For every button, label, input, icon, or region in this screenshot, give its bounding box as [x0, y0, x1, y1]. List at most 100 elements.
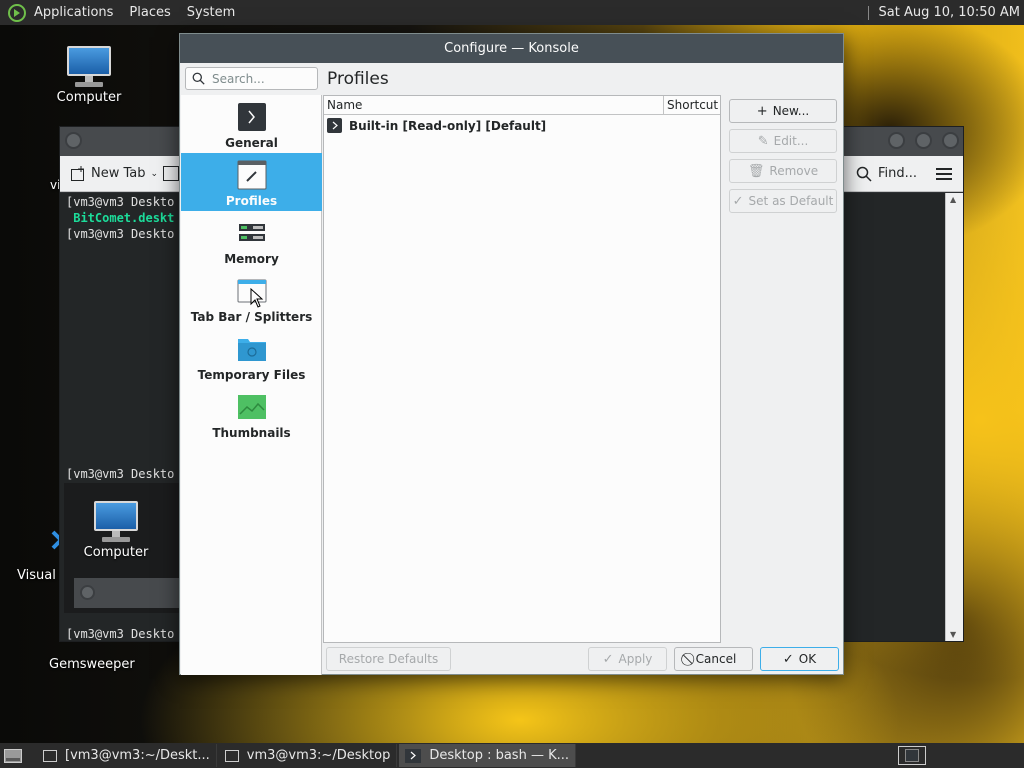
find-button[interactable]: Find... [856, 166, 917, 182]
computer-icon [92, 499, 140, 545]
button-label: Remove [769, 164, 819, 178]
category-temporary-files[interactable]: Temporary Files [181, 327, 322, 385]
desktop-icon-label: Gemsweeper [49, 657, 135, 672]
new-profile-button[interactable]: + New... [729, 99, 837, 123]
hamburger-menu-icon[interactable] [936, 167, 952, 180]
distro-logo-icon[interactable] [8, 3, 26, 22]
edit-profile-button[interactable]: ✎ Edit... [729, 129, 837, 153]
category-label: Thumbnails [212, 426, 291, 440]
category-label: Tab Bar / Splitters [190, 310, 313, 324]
profile-edit-icon [237, 160, 267, 190]
profile-name: Built-in [Read-only] [Default] [349, 118, 547, 133]
terminal-scrollbar[interactable]: ▲ ▼ [945, 193, 963, 641]
table-row[interactable]: Built-in [Read-only] [Default] [327, 117, 546, 134]
computer-window-icon[interactable]: Computer [76, 499, 156, 560]
computer-window[interactable]: Computer [64, 483, 180, 613]
cancel-button[interactable]: ⃠ Cancel [674, 647, 753, 671]
checkmark-icon: ✓ [602, 651, 614, 667]
restore-defaults-button[interactable]: Restore Defaults [326, 647, 451, 671]
category-label: Profiles [225, 194, 278, 208]
pencil-icon: ✎ [757, 133, 769, 149]
taskbar: [vm3@vm3:~/Deskt... vm3@vm3:~/Desktop De… [0, 743, 1024, 768]
menu-system[interactable]: System [179, 0, 243, 25]
profiles-table[interactable]: Name Shortcut Built-in [Read-only] [Defa… [323, 95, 721, 643]
temp-folder-icon [237, 334, 267, 364]
button-label: OK [798, 652, 817, 666]
category-memory[interactable]: Memory [181, 211, 322, 269]
taskbar-item[interactable]: vm3@vm3:~/Desktop [219, 744, 398, 767]
category-label: Memory [224, 252, 279, 266]
category-list: General Profiles Memory Tab Bar / Splitt… [181, 95, 322, 675]
window-menu-icon[interactable] [80, 585, 95, 600]
computer-window-titlebar[interactable] [74, 578, 180, 608]
new-tab-button[interactable]: New Tab ⌄ [70, 165, 159, 182]
expand-arrow-icon[interactable] [327, 118, 342, 133]
memory-icon [237, 218, 267, 248]
find-label: Find... [878, 166, 918, 181]
scroll-down-icon[interactable]: ▼ [950, 630, 956, 639]
category-label: General [225, 136, 278, 150]
terminal-line: [vm3@vm3 Deskto [66, 627, 175, 641]
column-header-shortcut[interactable]: Shortcut [667, 98, 718, 112]
button-label: Restore Defaults [338, 652, 439, 666]
category-general[interactable]: General [181, 95, 322, 153]
search-icon [856, 166, 872, 182]
page-title: Profiles [327, 69, 389, 89]
terminal-line: BitComet.deskt [66, 211, 175, 225]
terminal-icon [43, 749, 57, 762]
terminal-line: [vm3@vm3 Deskto [66, 195, 175, 209]
close-icon[interactable] [942, 132, 959, 149]
taskbar-item-label: [vm3@vm3:~/Deskt... [65, 748, 210, 763]
show-desktop-icon[interactable] [3, 747, 23, 765]
computer-icon [65, 44, 113, 90]
scroll-up-icon[interactable]: ▲ [950, 195, 956, 204]
dialog-titlebar[interactable]: Configure — Konsole [180, 34, 843, 63]
clock[interactable]: Sat Aug 10, 10:50 AM [879, 5, 1024, 20]
image-icon [237, 392, 267, 422]
taskbar-item-label: Desktop : bash — K... [429, 748, 570, 763]
konsole-icon [405, 748, 422, 763]
remove-profile-button[interactable]: 🗑 Remove [729, 159, 837, 183]
ok-button[interactable]: ✓ OK [760, 647, 839, 671]
trash-icon: 🗑 [747, 163, 765, 179]
chevron-down-icon: ⌄ [150, 168, 159, 179]
taskbar-item-label: vm3@vm3:~/Desktop [246, 748, 391, 763]
mouse-cursor-icon [250, 287, 264, 311]
checkmark-icon: ✓ [732, 193, 744, 209]
terminal-line: [vm3@vm3 Deskto [66, 227, 175, 241]
new-tab-label: New Tab [91, 166, 146, 181]
button-label: New... [772, 104, 810, 118]
taskbar-item[interactable]: [vm3@vm3:~/Deskt... [37, 744, 217, 767]
category-label: Temporary Files [197, 368, 306, 382]
button-label: Edit... [773, 134, 809, 148]
top-panel: Applications Places System Sat Aug 10, 1… [0, 0, 1024, 25]
checkmark-icon: ✓ [782, 651, 794, 667]
split-view-icon[interactable] [163, 166, 179, 181]
button-label: Cancel [695, 652, 737, 666]
button-label: Apply [618, 652, 653, 666]
minimize-icon[interactable] [888, 132, 905, 149]
search-input[interactable]: Search... [185, 67, 318, 90]
plus-icon: + [756, 103, 768, 119]
panel-divider [867, 5, 869, 20]
desktop-icon-label: Computer [56, 90, 122, 105]
taskbar-item-active[interactable]: Desktop : bash — K... [399, 744, 577, 767]
desktop-icon-computer[interactable]: Computer [52, 44, 126, 105]
workspace-switcher[interactable] [898, 746, 926, 765]
category-thumbnails[interactable]: Thumbnails [181, 385, 322, 443]
menu-applications[interactable]: Applications [26, 0, 121, 25]
category-profiles[interactable]: Profiles [181, 153, 322, 211]
search-placeholder: Search... [212, 71, 265, 86]
button-label: Set as Default [748, 194, 834, 208]
window-menu-icon[interactable] [65, 132, 82, 149]
search-icon [192, 72, 205, 85]
apply-button[interactable]: ✓ Apply [588, 647, 667, 671]
terminal-icon [237, 102, 267, 132]
column-header-name[interactable]: Name [327, 98, 362, 112]
desktop-icon-label: Computer [83, 545, 149, 560]
menu-places[interactable]: Places [121, 0, 178, 25]
dialog-title: Configure — Konsole [444, 41, 579, 56]
set-default-button[interactable]: ✓ Set as Default [729, 189, 837, 213]
configure-dialog: Configure — Konsole Search... Profiles G… [179, 33, 844, 675]
maximize-icon[interactable] [915, 132, 932, 149]
